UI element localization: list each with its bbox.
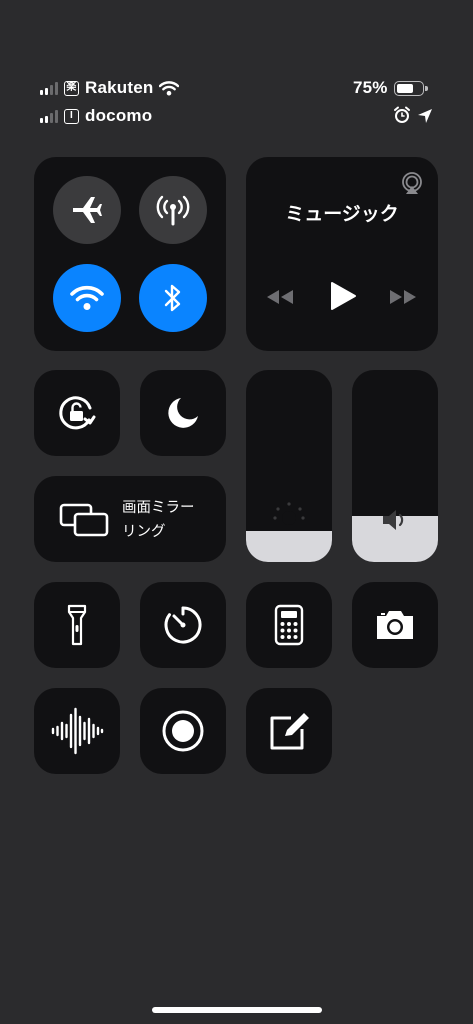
brightness-icon [273, 502, 305, 525]
voice-memo-button[interactable] [34, 688, 120, 774]
screen-record-icon [162, 710, 204, 752]
carrier-secondary-label: docomo [85, 106, 153, 125]
play-icon[interactable] [329, 281, 357, 311]
screen-record-button[interactable] [140, 688, 226, 774]
music-title: ミュージック [285, 204, 399, 225]
camera-button[interactable] [352, 582, 438, 668]
battery-percent: 75% [353, 78, 388, 97]
timer-icon [164, 606, 202, 644]
rotation-lock-icon [59, 396, 96, 430]
flashlight-button[interactable] [34, 582, 120, 668]
music-player[interactable]: ミュージック [246, 157, 438, 351]
rewind-icon[interactable] [265, 288, 295, 306]
rotation-lock-button[interactable] [34, 370, 120, 456]
cellular-data-toggle[interactable] [139, 176, 207, 244]
home-indicator[interactable] [152, 1007, 322, 1013]
battery-status: 75% [353, 78, 428, 98]
speaker-icon [383, 510, 404, 530]
flashlight-icon [67, 604, 87, 646]
bluetooth-toggle[interactable] [139, 264, 207, 332]
camera-icon [377, 611, 413, 639]
bluetooth-icon [164, 284, 181, 312]
carrier-primary-label: Rakuten [85, 78, 154, 97]
alarm-icon [394, 106, 410, 123]
screen-mirroring-label-line2: リング [122, 524, 166, 540]
battery-icon [393, 80, 428, 96]
calculator-icon [274, 604, 304, 646]
brightness-slider[interactable] [246, 370, 332, 562]
airplay-icon[interactable] [400, 171, 424, 195]
notes-icon [270, 713, 309, 750]
screen-mirroring-icon [59, 503, 109, 537]
volume-slider[interactable] [352, 370, 438, 562]
notes-button[interactable] [246, 688, 332, 774]
wifi-icon [159, 81, 180, 96]
do-not-disturb-button[interactable] [140, 370, 226, 456]
timer-button[interactable] [140, 582, 226, 668]
sim-badge: 楽 [64, 80, 79, 96]
antenna-icon [156, 195, 190, 226]
calculator-button[interactable] [246, 582, 332, 668]
brightness-level [246, 531, 332, 562]
cellular-signal-icon [40, 109, 58, 123]
status-row-primary: 楽 Rakuten [40, 78, 180, 98]
screen-mirroring-label: 画面ミラー リング [122, 496, 195, 544]
cellular-signal-icon [40, 81, 58, 95]
moon-icon [168, 398, 198, 428]
airplane-mode-toggle[interactable] [53, 176, 121, 244]
screen-mirroring-button[interactable]: 画面ミラー リング [34, 476, 226, 562]
screen-mirroring-label-line1: 画面ミラー [122, 500, 195, 516]
wifi-toggle[interactable] [53, 264, 121, 332]
sim-badge: I [64, 108, 79, 124]
status-row-secondary: I docomo [40, 106, 152, 126]
wifi-icon [70, 285, 104, 310]
location-arrow-icon [418, 109, 432, 123]
connectivity-panel [34, 157, 226, 351]
fast-forward-icon[interactable] [388, 288, 418, 306]
airplane-icon [73, 197, 102, 223]
voice-memo-icon [51, 707, 104, 755]
